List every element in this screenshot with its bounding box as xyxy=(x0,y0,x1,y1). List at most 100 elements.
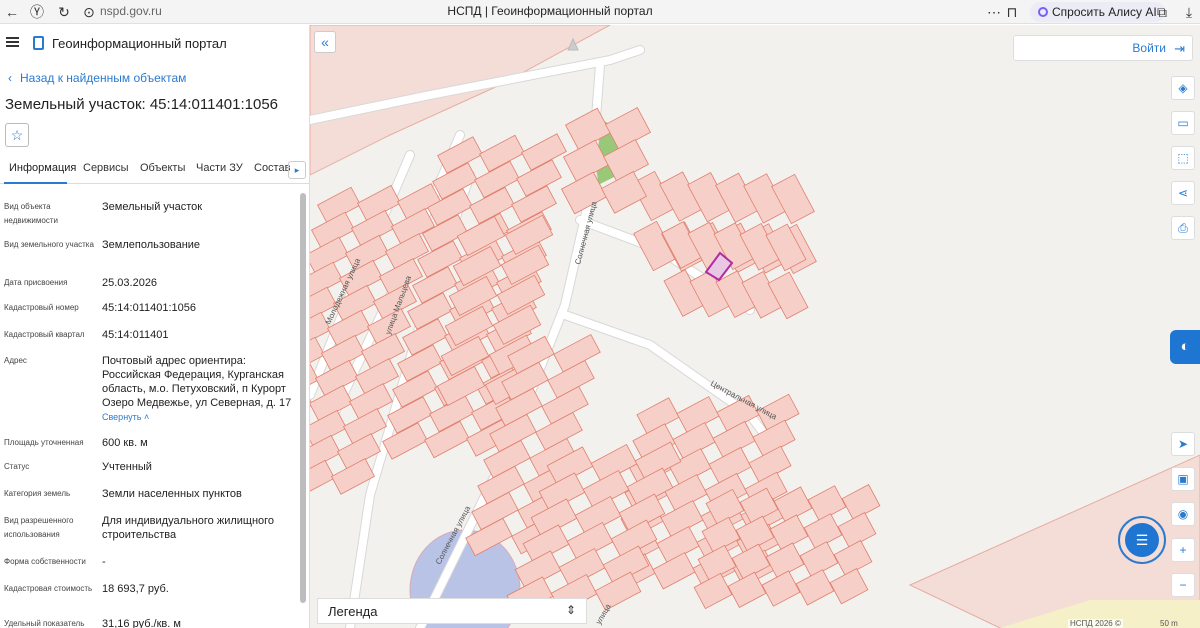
chat-icon: ☰ xyxy=(1125,523,1159,557)
info-value: 25.03.2026 xyxy=(102,277,158,289)
minus-icon: − xyxy=(1179,578,1187,592)
map-view[interactable]: Молодежная улица улица Мальцева Солнечная … xyxy=(310,25,1200,628)
info-value: 18 693,7 руб. xyxy=(102,583,169,595)
bookmark-icon[interactable]: ⊓ xyxy=(1003,3,1021,21)
map-canvas[interactable]: Молодежная улица улица МальцеваСолнечная … xyxy=(310,25,1200,628)
info-key: Статус xyxy=(4,462,30,471)
info-key: Площадь уточненная xyxy=(4,438,84,447)
extensions-icon[interactable]: ⧉ xyxy=(1153,3,1171,21)
map-attribution: НСПД 2026 © xyxy=(1068,619,1123,628)
favorite-star-button[interactable]: ☆ xyxy=(5,123,29,147)
zoom-out-button[interactable]: − xyxy=(1171,573,1195,597)
map-scale: 50 m xyxy=(1160,619,1178,628)
map-parcel xyxy=(829,568,869,605)
tabs: Информация Сервисы Объекты Части ЗУ Сост… xyxy=(0,156,309,184)
menu-icon[interactable] xyxy=(6,37,19,47)
double-chevron-left-icon: « xyxy=(321,34,329,50)
tab-services[interactable]: Сервисы xyxy=(83,162,129,174)
share-button[interactable]: ⋖ xyxy=(1171,181,1195,205)
minimap-button[interactable]: ▣ xyxy=(1171,467,1195,491)
alice-label: Спросить Алису AI xyxy=(1052,5,1157,19)
info-key: Кадастровая стоимость xyxy=(4,584,93,593)
info-key: Кадастровый квартал xyxy=(4,330,85,339)
chevron-left-icon: ‹ xyxy=(8,71,12,85)
collapse-link-label: Свернуть xyxy=(102,412,142,422)
map-parcel xyxy=(795,569,835,606)
info-value: - xyxy=(102,556,106,568)
legend-label: Легенда xyxy=(328,604,378,619)
back-link-label: Назад к найденным объектам xyxy=(20,71,187,85)
ruler-icon: ▭ xyxy=(1177,116,1189,130)
share-icon: ⋖ xyxy=(1177,186,1189,200)
tab-objects[interactable]: Объекты xyxy=(140,162,185,174)
info-value: Земельный участок xyxy=(102,201,203,213)
measure-button[interactable]: ▭ xyxy=(1171,111,1195,135)
portal-logo-icon xyxy=(33,36,44,50)
print-button[interactable]: ⎙ xyxy=(1171,216,1195,240)
tab-parts[interactable]: Части ЗУ xyxy=(196,162,243,174)
info-key: Категория земель xyxy=(4,489,71,498)
info-value: 31,16 руб./кв. м xyxy=(102,618,181,628)
select-area-icon: ⬚ xyxy=(1177,151,1189,165)
navigation-arrow-icon: ➤ xyxy=(1177,437,1189,451)
sidebar-scrollbar[interactable] xyxy=(300,193,306,603)
chat-button[interactable]: ☰ xyxy=(1118,516,1166,564)
info-value: Почтовый адрес ориентира: Российская Фед… xyxy=(102,354,292,424)
map-street-label: улица xyxy=(594,602,613,626)
login-icon: ⇥ xyxy=(1174,41,1185,56)
map-parcel xyxy=(761,570,801,607)
info-key: Вид земельного участка xyxy=(4,240,94,249)
info-key: Дата присвоения xyxy=(4,278,68,287)
info-value: 45:14:011401 xyxy=(102,329,169,341)
collapse-sidebar-button[interactable]: « xyxy=(314,31,336,53)
info-key: Форма собственности xyxy=(4,557,86,566)
tab-information[interactable]: Информация xyxy=(9,162,76,174)
map-parcel xyxy=(771,173,815,225)
login-label: Войти xyxy=(1132,41,1166,55)
locate-button[interactable]: ➤ xyxy=(1171,432,1195,456)
info-value: Землепользование xyxy=(102,239,201,251)
zoom-in-button[interactable]: + xyxy=(1171,538,1195,562)
tabs-next-button[interactable]: ▸ xyxy=(288,161,306,179)
plus-icon: + xyxy=(1179,543,1187,557)
map-parcel xyxy=(652,552,696,590)
layers-button[interactable]: ◈ xyxy=(1171,76,1195,100)
object-title: Земельный участок: 45:14:011401:1056 xyxy=(5,96,279,113)
collapse-link[interactable]: Свернуть ˄ xyxy=(102,412,149,422)
nspd-panel-button[interactable]: ◐ xyxy=(1170,330,1200,364)
location-icon: ◉ xyxy=(1177,507,1189,521)
print-icon: ⎙ xyxy=(1178,221,1188,235)
sidebar: Геоинформационный портал ‹ Назад к найден… xyxy=(0,25,310,628)
alice-button[interactable]: Спросить Алису AI xyxy=(1030,2,1165,22)
info-key: Вид разрешенного использования xyxy=(4,516,74,539)
updown-chevron-icon: ⇕ xyxy=(565,603,576,617)
more-icon[interactable]: ⋯ xyxy=(985,3,1003,21)
active-tab-indicator xyxy=(4,182,67,184)
layers-icon: ◈ xyxy=(1178,81,1188,95)
info-value: Для индивидуального жилищного строительс… xyxy=(102,515,275,541)
address-text: Почтовый адрес ориентира: Российская Фед… xyxy=(102,355,292,409)
browser-bar: ← Ⓨ ↻ ⊙ nspd.gov.ru НСПД | Геоинформацио… xyxy=(0,0,1200,24)
info-value: 600 кв. м xyxy=(102,437,148,449)
info-key: Вид объекта недвижимости xyxy=(4,202,58,225)
location-button[interactable]: ◉ xyxy=(1171,502,1195,526)
info-value: Учтенный xyxy=(102,461,152,473)
tab-composition[interactable]: Состав xyxy=(254,162,290,174)
info-value: Земли населенных пунктов xyxy=(102,488,242,500)
nspd-icon: ◐ xyxy=(1180,338,1190,355)
sidebar-header: Геоинформационный портал xyxy=(0,25,309,61)
star-icon: ☆ xyxy=(10,127,24,143)
map-parcel xyxy=(767,271,809,320)
select-area-button[interactable]: ⬚ xyxy=(1171,146,1195,170)
legend-dropdown[interactable]: Легенда ⇕ xyxy=(317,598,587,624)
info-key: Адрес xyxy=(4,356,27,365)
login-button[interactable]: Войти ⇥ xyxy=(1013,35,1193,61)
download-icon[interactable]: ⤓ xyxy=(1180,3,1198,21)
minimap-icon: ▣ xyxy=(1177,472,1189,486)
info-value: 45:14:011401:1056 xyxy=(102,302,196,314)
info-key: Кадастровый номер xyxy=(4,303,79,312)
tab-title: НСПД | Геоинформационный портал xyxy=(447,4,653,18)
portal-title: Геоинформационный портал xyxy=(52,36,227,51)
back-link[interactable]: ‹ Назад к найденным объектам xyxy=(8,71,186,85)
alice-icon xyxy=(1038,7,1048,17)
